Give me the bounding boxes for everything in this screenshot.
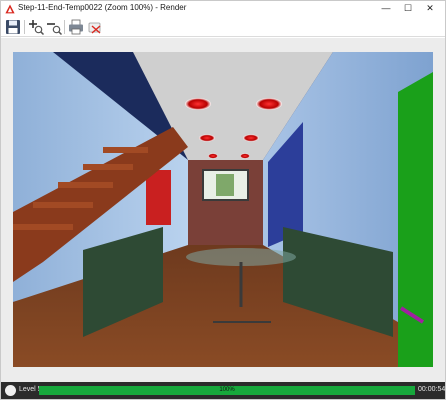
elapsed-time: 00:00:54 bbox=[418, 386, 446, 393]
title-bar[interactable]: Step-11-End-Temp0022 (Zoom 100%) - Rende… bbox=[1, 1, 445, 17]
maximize-button[interactable]: ☐ bbox=[397, 1, 419, 17]
render-progress-bar: 100% bbox=[39, 386, 415, 395]
render-canvas[interactable] bbox=[1, 38, 445, 382]
clear-icon[interactable] bbox=[86, 18, 104, 36]
window-title: Step-11-End-Temp0022 (Zoom 100%) - Rende… bbox=[18, 3, 187, 12]
render-progress-text: 100% bbox=[219, 387, 235, 393]
save-icon[interactable] bbox=[4, 18, 22, 36]
zoom-out-icon[interactable] bbox=[45, 18, 63, 36]
app-logo-icon bbox=[5, 4, 15, 14]
render-window: Step-11-End-Temp0022 (Zoom 100%) - Rende… bbox=[0, 0, 446, 400]
toolbar-separator bbox=[24, 20, 25, 34]
print-icon[interactable] bbox=[67, 18, 85, 36]
minimize-button[interactable]: — bbox=[375, 1, 397, 17]
toolbar-separator bbox=[64, 20, 65, 34]
chevron-down-icon[interactable] bbox=[5, 385, 16, 396]
zoom-in-icon[interactable] bbox=[27, 18, 45, 36]
close-button[interactable]: ✕ bbox=[419, 1, 441, 17]
rendered-room-scene bbox=[13, 52, 433, 367]
rendered-image bbox=[13, 52, 433, 367]
status-bar: Level 5 100% 00:00:54 bbox=[1, 382, 445, 399]
toolbar bbox=[1, 17, 445, 37]
